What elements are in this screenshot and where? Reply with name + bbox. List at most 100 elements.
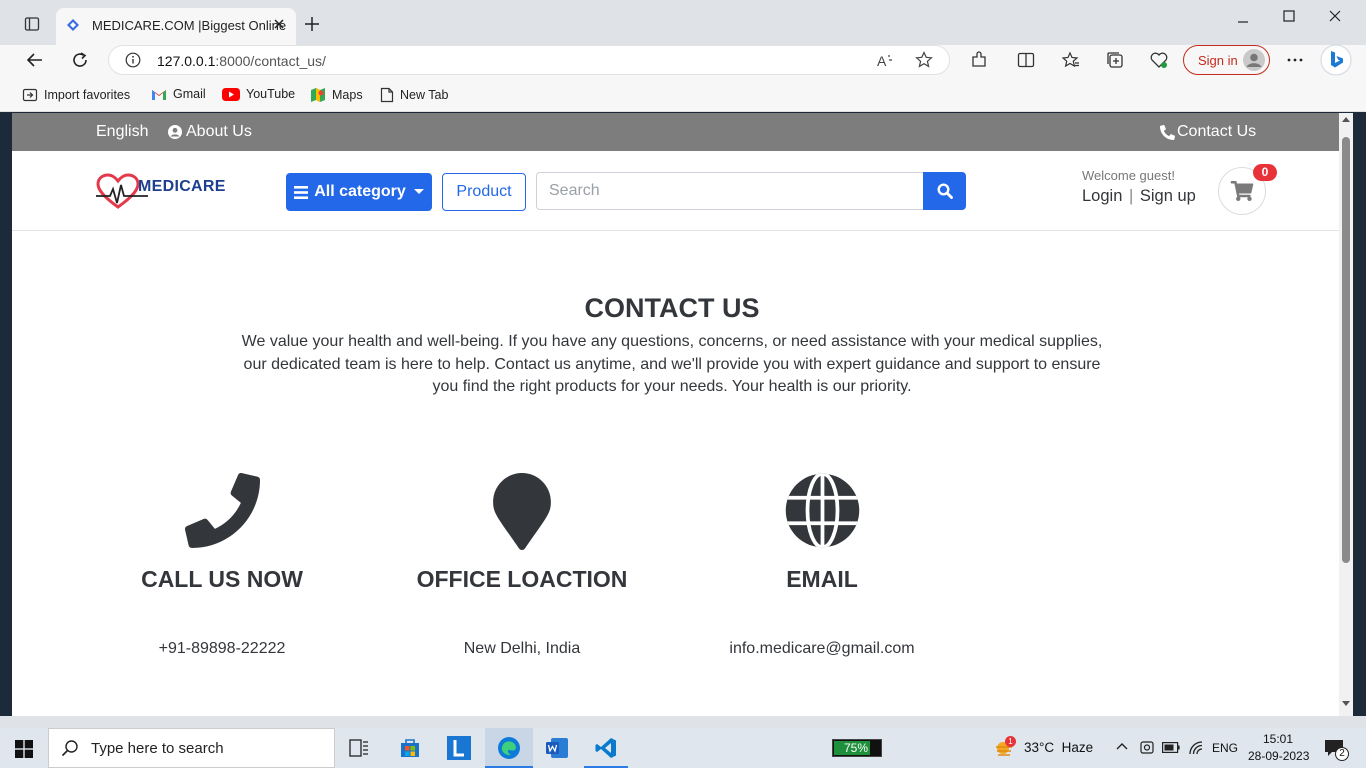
bookmark-import-favorites[interactable]: Import favorites: [22, 87, 130, 103]
word-icon[interactable]: [545, 736, 569, 760]
tab-actions-icon[interactable]: [24, 16, 40, 32]
taskbar-search-box[interactable]: Type here to search: [48, 728, 335, 768]
minimize-icon[interactable]: [1237, 16, 1249, 28]
product-label: Product: [456, 183, 512, 200]
phone-number[interactable]: +91-89898-22222: [92, 640, 352, 658]
bookmark-label: New Tab: [400, 88, 449, 102]
caret-down-icon: [413, 189, 424, 194]
site-favicon-icon: [66, 18, 80, 32]
extensions-icon[interactable]: [970, 51, 988, 69]
close-tab-icon[interactable]: [272, 17, 286, 31]
about-us-label: About Us: [186, 123, 252, 140]
all-category-dropdown[interactable]: All category: [286, 173, 432, 211]
bookmark-label: Maps: [332, 88, 363, 102]
contact-us-link[interactable]: Contact Us: [1160, 123, 1256, 141]
weather-text[interactable]: 33°C Haze: [1024, 740, 1093, 755]
url-text: 127.0.0.1:8000/contact_us/: [157, 53, 326, 69]
clock-date[interactable]: 28-09-2023: [1248, 749, 1309, 763]
youtube-icon: [222, 87, 240, 101]
battery-meter: 75%: [832, 739, 882, 757]
cart-count-badge: 0: [1253, 164, 1277, 181]
phone-icon: [1160, 124, 1175, 140]
scroll-up-icon[interactable]: [1342, 116, 1350, 122]
logo-text: MEDICARE: [138, 178, 226, 195]
taskbar-search-placeholder: Type here to search: [91, 739, 224, 757]
svg-text:A: A: [877, 53, 887, 69]
bars-icon: [294, 185, 309, 199]
site-header: MEDICARE All category Product Welcome gu…: [12, 151, 1339, 231]
notification-count-badge: 2: [1335, 747, 1349, 761]
maximize-icon[interactable]: [1283, 10, 1295, 22]
favorite-star-icon[interactable]: [915, 51, 933, 69]
wifi-icon[interactable]: [1188, 740, 1204, 756]
new-tab-icon[interactable]: [304, 16, 320, 32]
import-icon: [22, 88, 38, 102]
split-screen-icon[interactable]: [1017, 51, 1035, 69]
gmail-icon: [152, 89, 166, 100]
vscode-icon: [595, 738, 616, 758]
profile-avatar-icon: [1243, 49, 1265, 71]
contact-us-label: Contact Us: [1177, 123, 1257, 140]
microsoft-store-icon[interactable]: [398, 736, 422, 760]
bookmark-gmail[interactable]: Gmail: [151, 87, 206, 101]
search-icon: [61, 740, 78, 757]
globe-icon: [785, 473, 860, 548]
signup-link[interactable]: Sign up: [1140, 187, 1196, 205]
search-button[interactable]: [923, 172, 966, 210]
app-l-icon[interactable]: [447, 736, 471, 760]
scroll-down-icon[interactable]: [1342, 701, 1350, 707]
windows-start-icon[interactable]: [15, 740, 33, 758]
welcome-text: Welcome guest!: [1082, 168, 1175, 183]
shopping-cart-icon: [1230, 181, 1254, 201]
office-address: New Delhi, India: [463, 640, 581, 657]
sign-in-button[interactable]: Sign in: [1183, 45, 1270, 75]
collections-icon[interactable]: [1106, 51, 1124, 69]
bookmark-maps[interactable]: Maps: [310, 87, 363, 103]
back-icon[interactable]: [26, 51, 44, 69]
battery-icon[interactable]: [1162, 742, 1180, 753]
close-window-icon[interactable]: [1329, 10, 1341, 22]
bookmark-label: Gmail: [173, 87, 206, 101]
scrollbar-thumb[interactable]: [1342, 137, 1350, 563]
task-view-icon[interactable]: [349, 739, 369, 757]
input-language[interactable]: ENG: [1212, 741, 1238, 755]
site-info-icon[interactable]: [125, 52, 141, 68]
windows-taskbar: Type here to search 75% 1 33°C Haze ENG …: [0, 728, 1366, 768]
email-address[interactable]: info.medicare@gmail.com: [692, 640, 952, 658]
more-menu-icon[interactable]: [1286, 51, 1304, 69]
browser-tab-bar: MEDICARE.COM |Biggest Online: [0, 0, 1366, 45]
url-host: 127.0.0.1: [157, 53, 216, 69]
search-input[interactable]: [536, 172, 924, 210]
chevron-up-icon[interactable]: [1116, 742, 1128, 750]
read-aloud-icon[interactable]: A: [877, 52, 895, 70]
sign-in-label: Sign in: [1198, 53, 1238, 68]
language-link[interactable]: English: [96, 123, 148, 141]
bookmark-youtube[interactable]: YouTube: [222, 87, 295, 101]
auth-separator: |: [1128, 187, 1134, 205]
url-path: :8000/contact_us/: [215, 53, 326, 69]
clock-time[interactable]: 15:01: [1263, 732, 1293, 746]
refresh-icon[interactable]: [71, 51, 89, 69]
product-button[interactable]: Product: [442, 173, 526, 211]
favorites-icon[interactable]: [1062, 51, 1080, 69]
bing-copilot-icon[interactable]: [1320, 44, 1352, 76]
meet-now-icon[interactable]: [1140, 740, 1154, 756]
top-navbar: English About Us Contact Us: [12, 113, 1339, 151]
window-bottom-border: [0, 716, 1366, 728]
vscode-taskbar-button[interactable]: [584, 728, 628, 768]
page-title: CONTACT US: [584, 293, 760, 323]
tab-title: MEDICARE.COM |Biggest Online: [92, 18, 287, 33]
desktop-background-strip: [0, 113, 12, 716]
medicare-logo[interactable]: MEDICARE: [96, 173, 225, 211]
login-link[interactable]: Login: [1082, 187, 1122, 205]
phone-icon: [185, 473, 260, 548]
about-us-link[interactable]: About Us: [168, 123, 252, 141]
browser-essentials-icon[interactable]: [1150, 51, 1168, 69]
browser-tab-active[interactable]: MEDICARE.COM |Biggest Online: [56, 8, 296, 45]
bookmark-new-tab[interactable]: New Tab: [380, 87, 448, 103]
email-heading: EMAIL: [786, 566, 858, 592]
address-bar[interactable]: 127.0.0.1:8000/contact_us/ A: [108, 45, 950, 75]
page-icon: [380, 87, 394, 103]
all-category-label: All category: [314, 183, 406, 200]
edge-taskbar-button[interactable]: [485, 728, 533, 768]
